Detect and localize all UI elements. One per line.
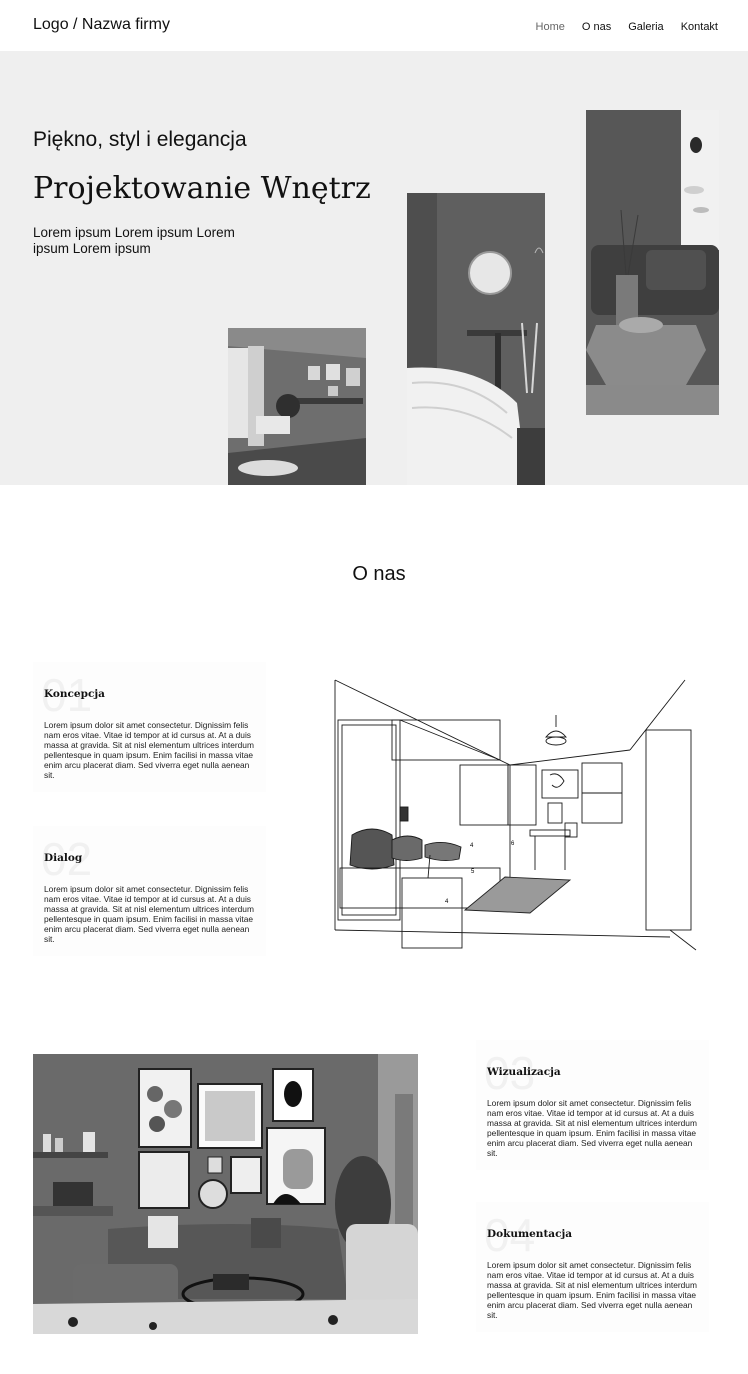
card-body: Lorem ipsum dolor sit amet consectetur. …	[487, 1260, 697, 1320]
logo[interactable]: Logo / Nazwa firmy	[33, 16, 170, 34]
nav-about[interactable]: O nas	[582, 21, 611, 33]
card-dialog: 02 Dialog Lorem ipsum dolor sit amet con…	[33, 826, 266, 956]
card-title: Dialog	[44, 852, 83, 864]
nav-gallery[interactable]: Galeria	[628, 21, 663, 33]
living-room-photo	[33, 1054, 418, 1334]
card-title: Wizualizacja	[487, 1066, 561, 1078]
sketch-label: 4	[470, 843, 474, 849]
interior-sketch-image: 4 5 4 6	[330, 675, 702, 955]
hero-photo-office	[228, 328, 366, 485]
sketch-label: 5	[471, 869, 475, 875]
hero-section: Piękno, styl i elegancja Projektowanie W…	[0, 51, 748, 485]
card-documentation: 04 Dokumentacja Lorem ipsum dolor sit am…	[476, 1202, 709, 1332]
hero-photo-bedroom	[407, 193, 545, 485]
card-concept: 01 Koncepcja Lorem ipsum dolor sit amet …	[33, 662, 266, 792]
about-title: O nas	[352, 563, 406, 585]
hero-title: Projektowanie Wnętrz	[33, 171, 371, 206]
hero-photo-living	[586, 110, 719, 415]
hero-description: Lorem ipsum Lorem ipsum Lorem ipsum Lore…	[33, 225, 235, 256]
card-visualization: 03 Wizualizacja Lorem ipsum dolor sit am…	[476, 1040, 709, 1170]
hero-subtitle: Piękno, styl i elegancja	[33, 128, 247, 151]
card-body: Lorem ipsum dolor sit amet consectetur. …	[44, 720, 254, 780]
card-body: Lorem ipsum dolor sit amet consectetur. …	[44, 884, 254, 944]
nav-contact[interactable]: Kontakt	[681, 21, 718, 33]
nav-home[interactable]: Home	[536, 21, 565, 33]
site-header: Logo / Nazwa firmy Home O nas Galeria Ko…	[0, 0, 748, 51]
card-body: Lorem ipsum dolor sit amet consectetur. …	[487, 1098, 697, 1158]
card-title: Koncepcja	[44, 688, 105, 700]
main-nav: Home O nas Galeria Kontakt	[536, 21, 718, 33]
card-title: Dokumentacja	[487, 1228, 573, 1240]
sketch-label: 4	[445, 899, 449, 905]
sketch-label: 6	[511, 841, 515, 847]
